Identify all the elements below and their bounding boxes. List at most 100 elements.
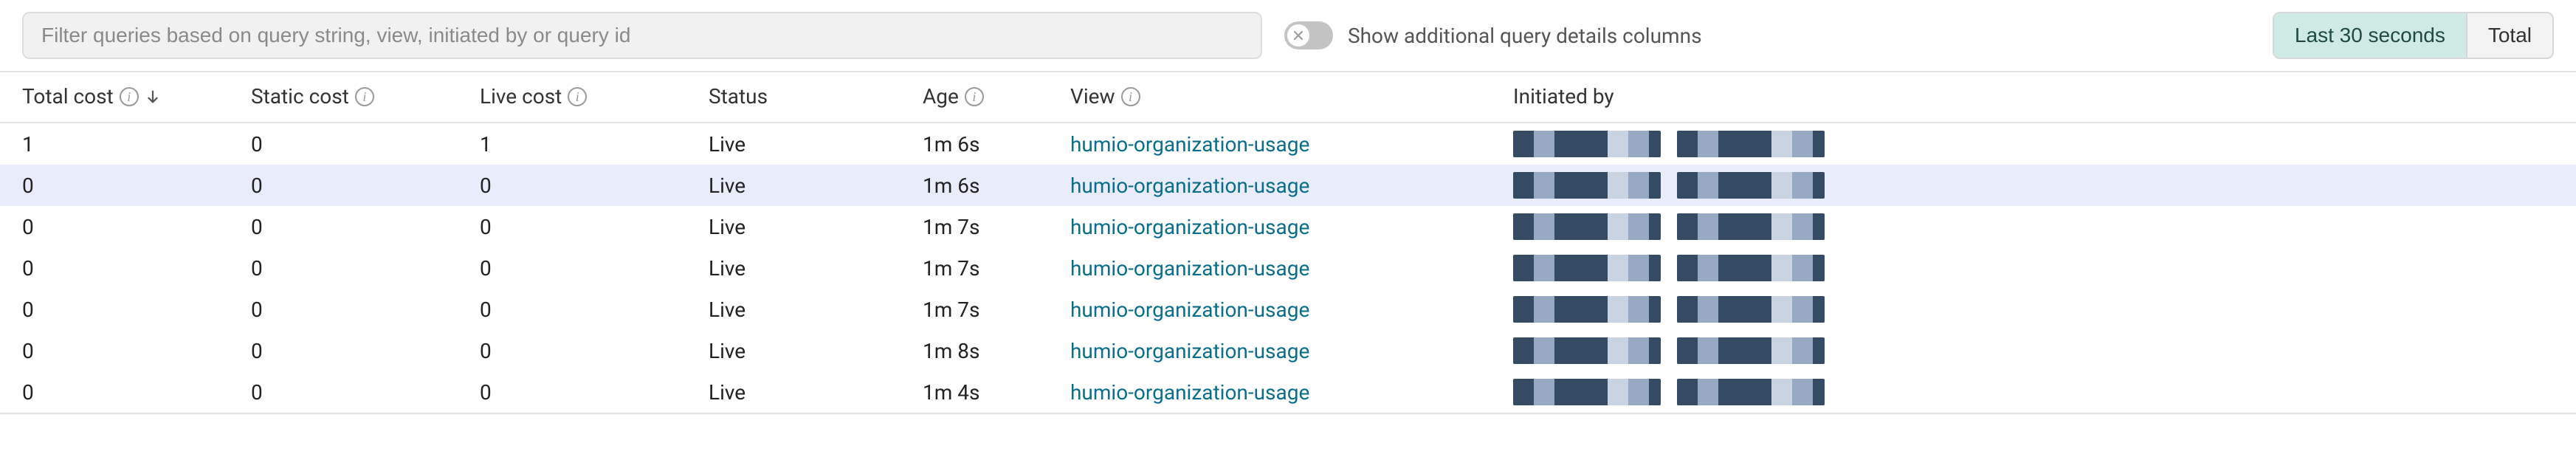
initiated-by-redacted (1513, 296, 2569, 323)
redacted-text (1513, 337, 1661, 364)
table-row[interactable]: 000Live1m 7shumio-organization-usage (0, 289, 2576, 330)
cell-view: humio-organization-usage (1048, 123, 1491, 165)
cell-static-cost: 0 (229, 206, 458, 247)
view-link[interactable]: humio-organization-usage (1070, 256, 1309, 281)
view-link[interactable]: humio-organization-usage (1070, 132, 1309, 157)
cell-total-cost: 0 (0, 247, 229, 289)
cell-view: humio-organization-usage (1048, 206, 1491, 247)
cell-live-cost: 0 (458, 289, 686, 330)
redacted-text (1677, 131, 1825, 157)
cell-status: Live (686, 247, 900, 289)
cell-age: 1m 7s (900, 206, 1048, 247)
cell-live-cost: 0 (458, 165, 686, 206)
col-header-total-cost[interactable]: Total cost i (0, 72, 229, 123)
redacted-text (1513, 296, 1661, 323)
cell-live-cost: 0 (458, 371, 686, 413)
cell-initiated-by (1491, 247, 2576, 289)
table-row[interactable]: 000Live1m 7shumio-organization-usage (0, 247, 2576, 289)
redacted-text (1677, 379, 1825, 405)
table-row[interactable]: 000Live1m 8shumio-organization-usage (0, 330, 2576, 371)
initiated-by-redacted (1513, 379, 2569, 405)
col-header-view[interactable]: View i (1048, 72, 1491, 123)
initiated-by-redacted (1513, 172, 2569, 199)
view-link[interactable]: humio-organization-usage (1070, 339, 1309, 363)
col-header-age[interactable]: Age i (900, 72, 1048, 123)
cell-status: Live (686, 330, 900, 371)
time-range-group: Last 30 seconds Total (2273, 12, 2554, 59)
cell-initiated-by (1491, 123, 2576, 165)
cell-static-cost: 0 (229, 289, 458, 330)
filter-input[interactable] (22, 12, 1262, 59)
info-icon[interactable]: i (120, 87, 139, 106)
cell-age: 1m 7s (900, 247, 1048, 289)
col-header-live-cost[interactable]: Live cost i (458, 72, 686, 123)
initiated-by-redacted (1513, 213, 2569, 240)
cell-total-cost: 1 (0, 123, 229, 165)
view-link[interactable]: humio-organization-usage (1070, 174, 1309, 198)
toggle-additional-columns: Show additional query details columns (1284, 21, 1702, 49)
col-header-label: Static cost (251, 84, 349, 109)
info-icon[interactable]: i (1121, 87, 1140, 106)
total-button[interactable]: Total (2466, 13, 2552, 58)
initiated-by-redacted (1513, 337, 2569, 364)
redacted-text (1677, 213, 1825, 240)
info-icon[interactable]: i (965, 87, 984, 106)
view-link[interactable]: humio-organization-usage (1070, 298, 1309, 322)
table-row[interactable]: 101Live1m 6shumio-organization-usage (0, 123, 2576, 165)
cell-initiated-by (1491, 206, 2576, 247)
cell-total-cost: 0 (0, 371, 229, 413)
cell-view: humio-organization-usage (1048, 371, 1491, 413)
cell-view: humio-organization-usage (1048, 247, 1491, 289)
cell-initiated-by (1491, 330, 2576, 371)
cell-status: Live (686, 289, 900, 330)
redacted-text (1677, 296, 1825, 323)
redacted-text (1513, 172, 1661, 199)
col-header-label: Age (923, 84, 959, 109)
table-row[interactable]: 000Live1m 4shumio-organization-usage (0, 371, 2576, 413)
cell-live-cost: 1 (458, 123, 686, 165)
cell-age: 1m 8s (900, 330, 1048, 371)
col-header-label: Total cost (22, 84, 114, 109)
cell-age: 1m 4s (900, 371, 1048, 413)
col-header-static-cost[interactable]: Static cost i (229, 72, 458, 123)
cell-initiated-by (1491, 371, 2576, 413)
redacted-text (1677, 255, 1825, 281)
toggle-knob (1287, 24, 1309, 47)
sort-desc-icon (145, 89, 161, 105)
redacted-text (1513, 131, 1661, 157)
table-row[interactable]: 000Live1m 7shumio-organization-usage (0, 206, 2576, 247)
col-header-status[interactable]: Status (686, 72, 900, 123)
cell-static-cost: 0 (229, 330, 458, 371)
cell-initiated-by (1491, 289, 2576, 330)
cell-status: Live (686, 165, 900, 206)
redacted-text (1677, 172, 1825, 199)
cell-live-cost: 0 (458, 330, 686, 371)
cell-static-cost: 0 (229, 165, 458, 206)
redacted-text (1677, 337, 1825, 364)
view-link[interactable]: humio-organization-usage (1070, 215, 1309, 239)
view-link[interactable]: humio-organization-usage (1070, 380, 1309, 405)
toggle-switch[interactable] (1284, 21, 1333, 49)
cell-total-cost: 0 (0, 289, 229, 330)
toolbar: Show additional query details columns La… (0, 0, 2576, 72)
cell-static-cost: 0 (229, 247, 458, 289)
redacted-text (1513, 379, 1661, 405)
info-icon[interactable]: i (355, 87, 374, 106)
cell-initiated-by (1491, 165, 2576, 206)
info-icon[interactable]: i (568, 87, 587, 106)
cell-age: 1m 6s (900, 165, 1048, 206)
cell-age: 1m 7s (900, 289, 1048, 330)
initiated-by-redacted (1513, 255, 2569, 281)
queries-table: Total cost i Static cost i Live cost i (0, 72, 2576, 414)
last-30-seconds-button[interactable]: Last 30 seconds (2274, 13, 2466, 58)
cell-total-cost: 0 (0, 330, 229, 371)
col-header-initiated-by[interactable]: Initiated by (1491, 72, 2576, 123)
cell-view: humio-organization-usage (1048, 289, 1491, 330)
cell-age: 1m 6s (900, 123, 1048, 165)
table-row[interactable]: 000Live1m 6shumio-organization-usage (0, 165, 2576, 206)
col-header-label: View (1070, 84, 1115, 109)
cell-view: humio-organization-usage (1048, 330, 1491, 371)
cell-static-cost: 0 (229, 371, 458, 413)
initiated-by-redacted (1513, 131, 2569, 157)
cell-total-cost: 0 (0, 165, 229, 206)
